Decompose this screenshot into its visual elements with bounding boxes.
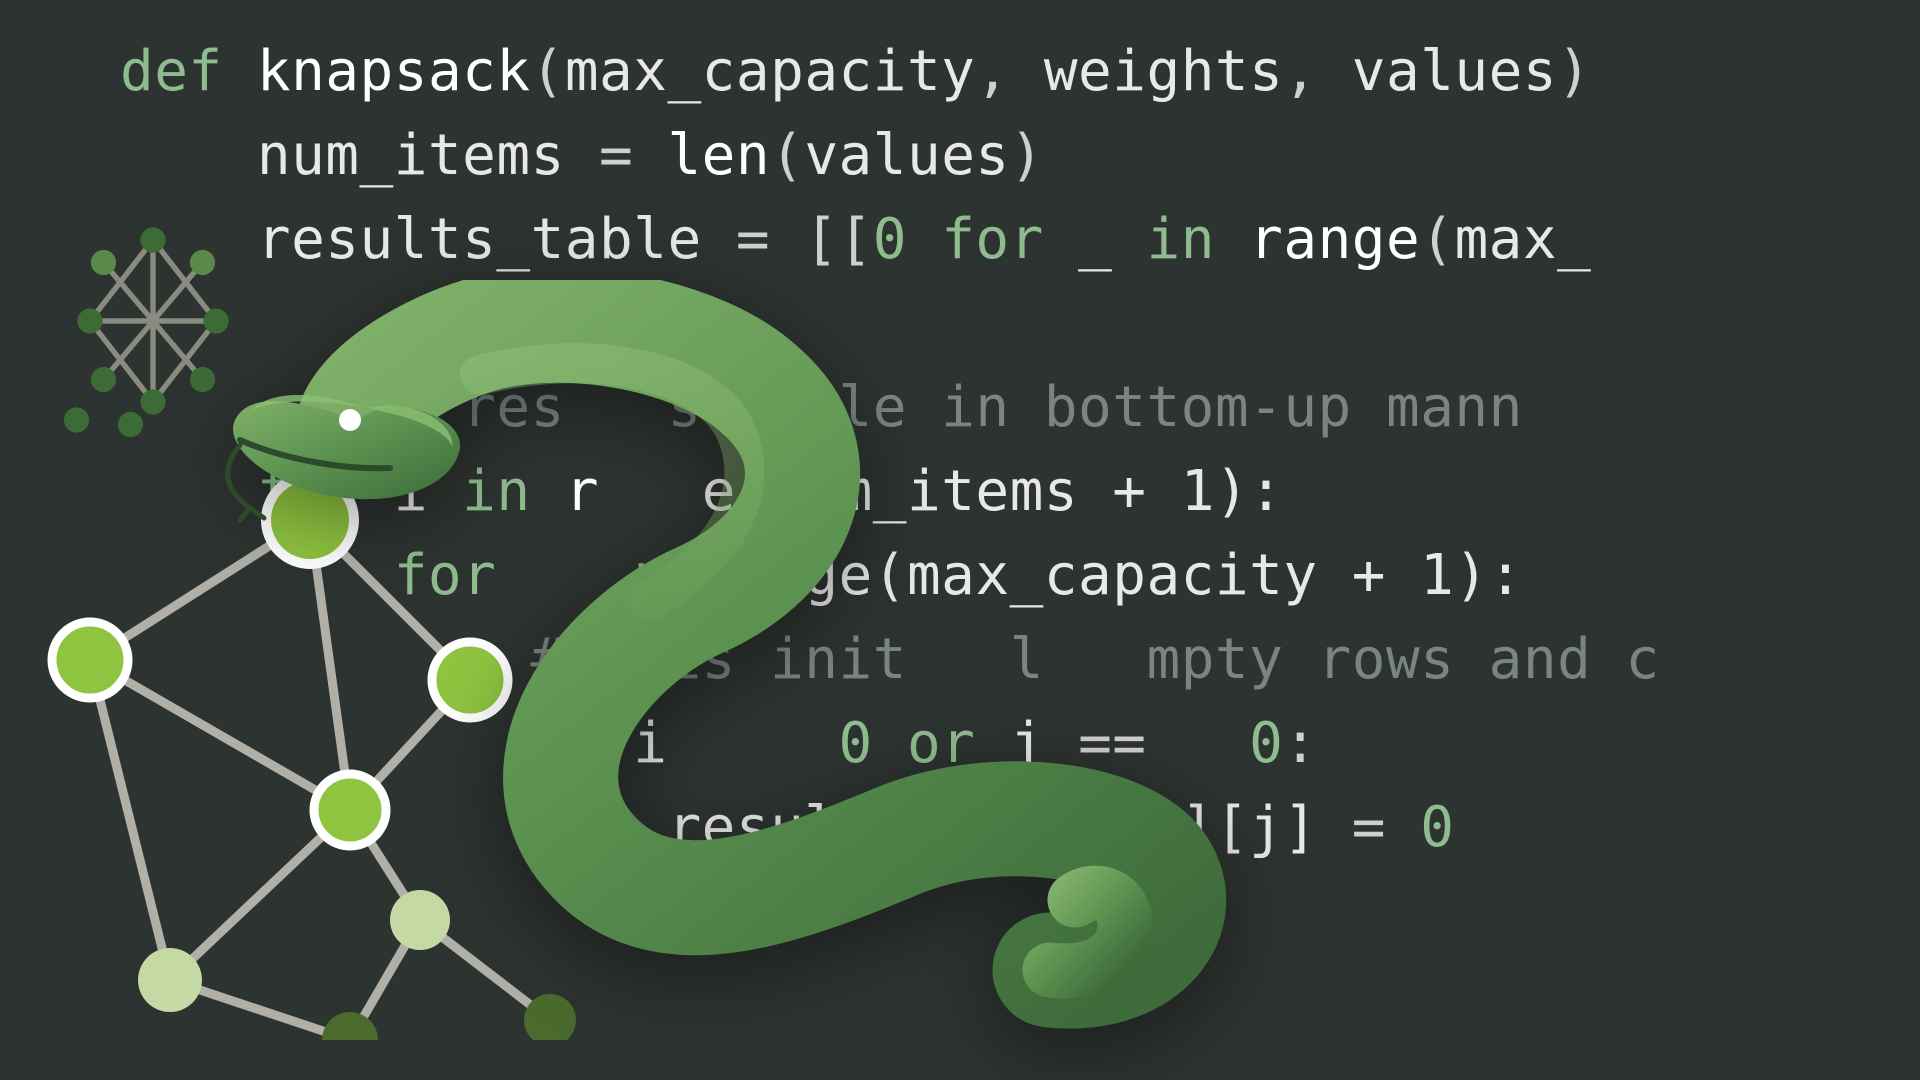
fn-name: knapsack — [257, 39, 531, 104]
thumbnail-canvas: def knapsack(max_capacity, weights, valu… — [0, 0, 1920, 1080]
code-block: def knapsack(max_capacity, weights, valu… — [120, 30, 1660, 870]
kw-def: def — [120, 39, 223, 104]
